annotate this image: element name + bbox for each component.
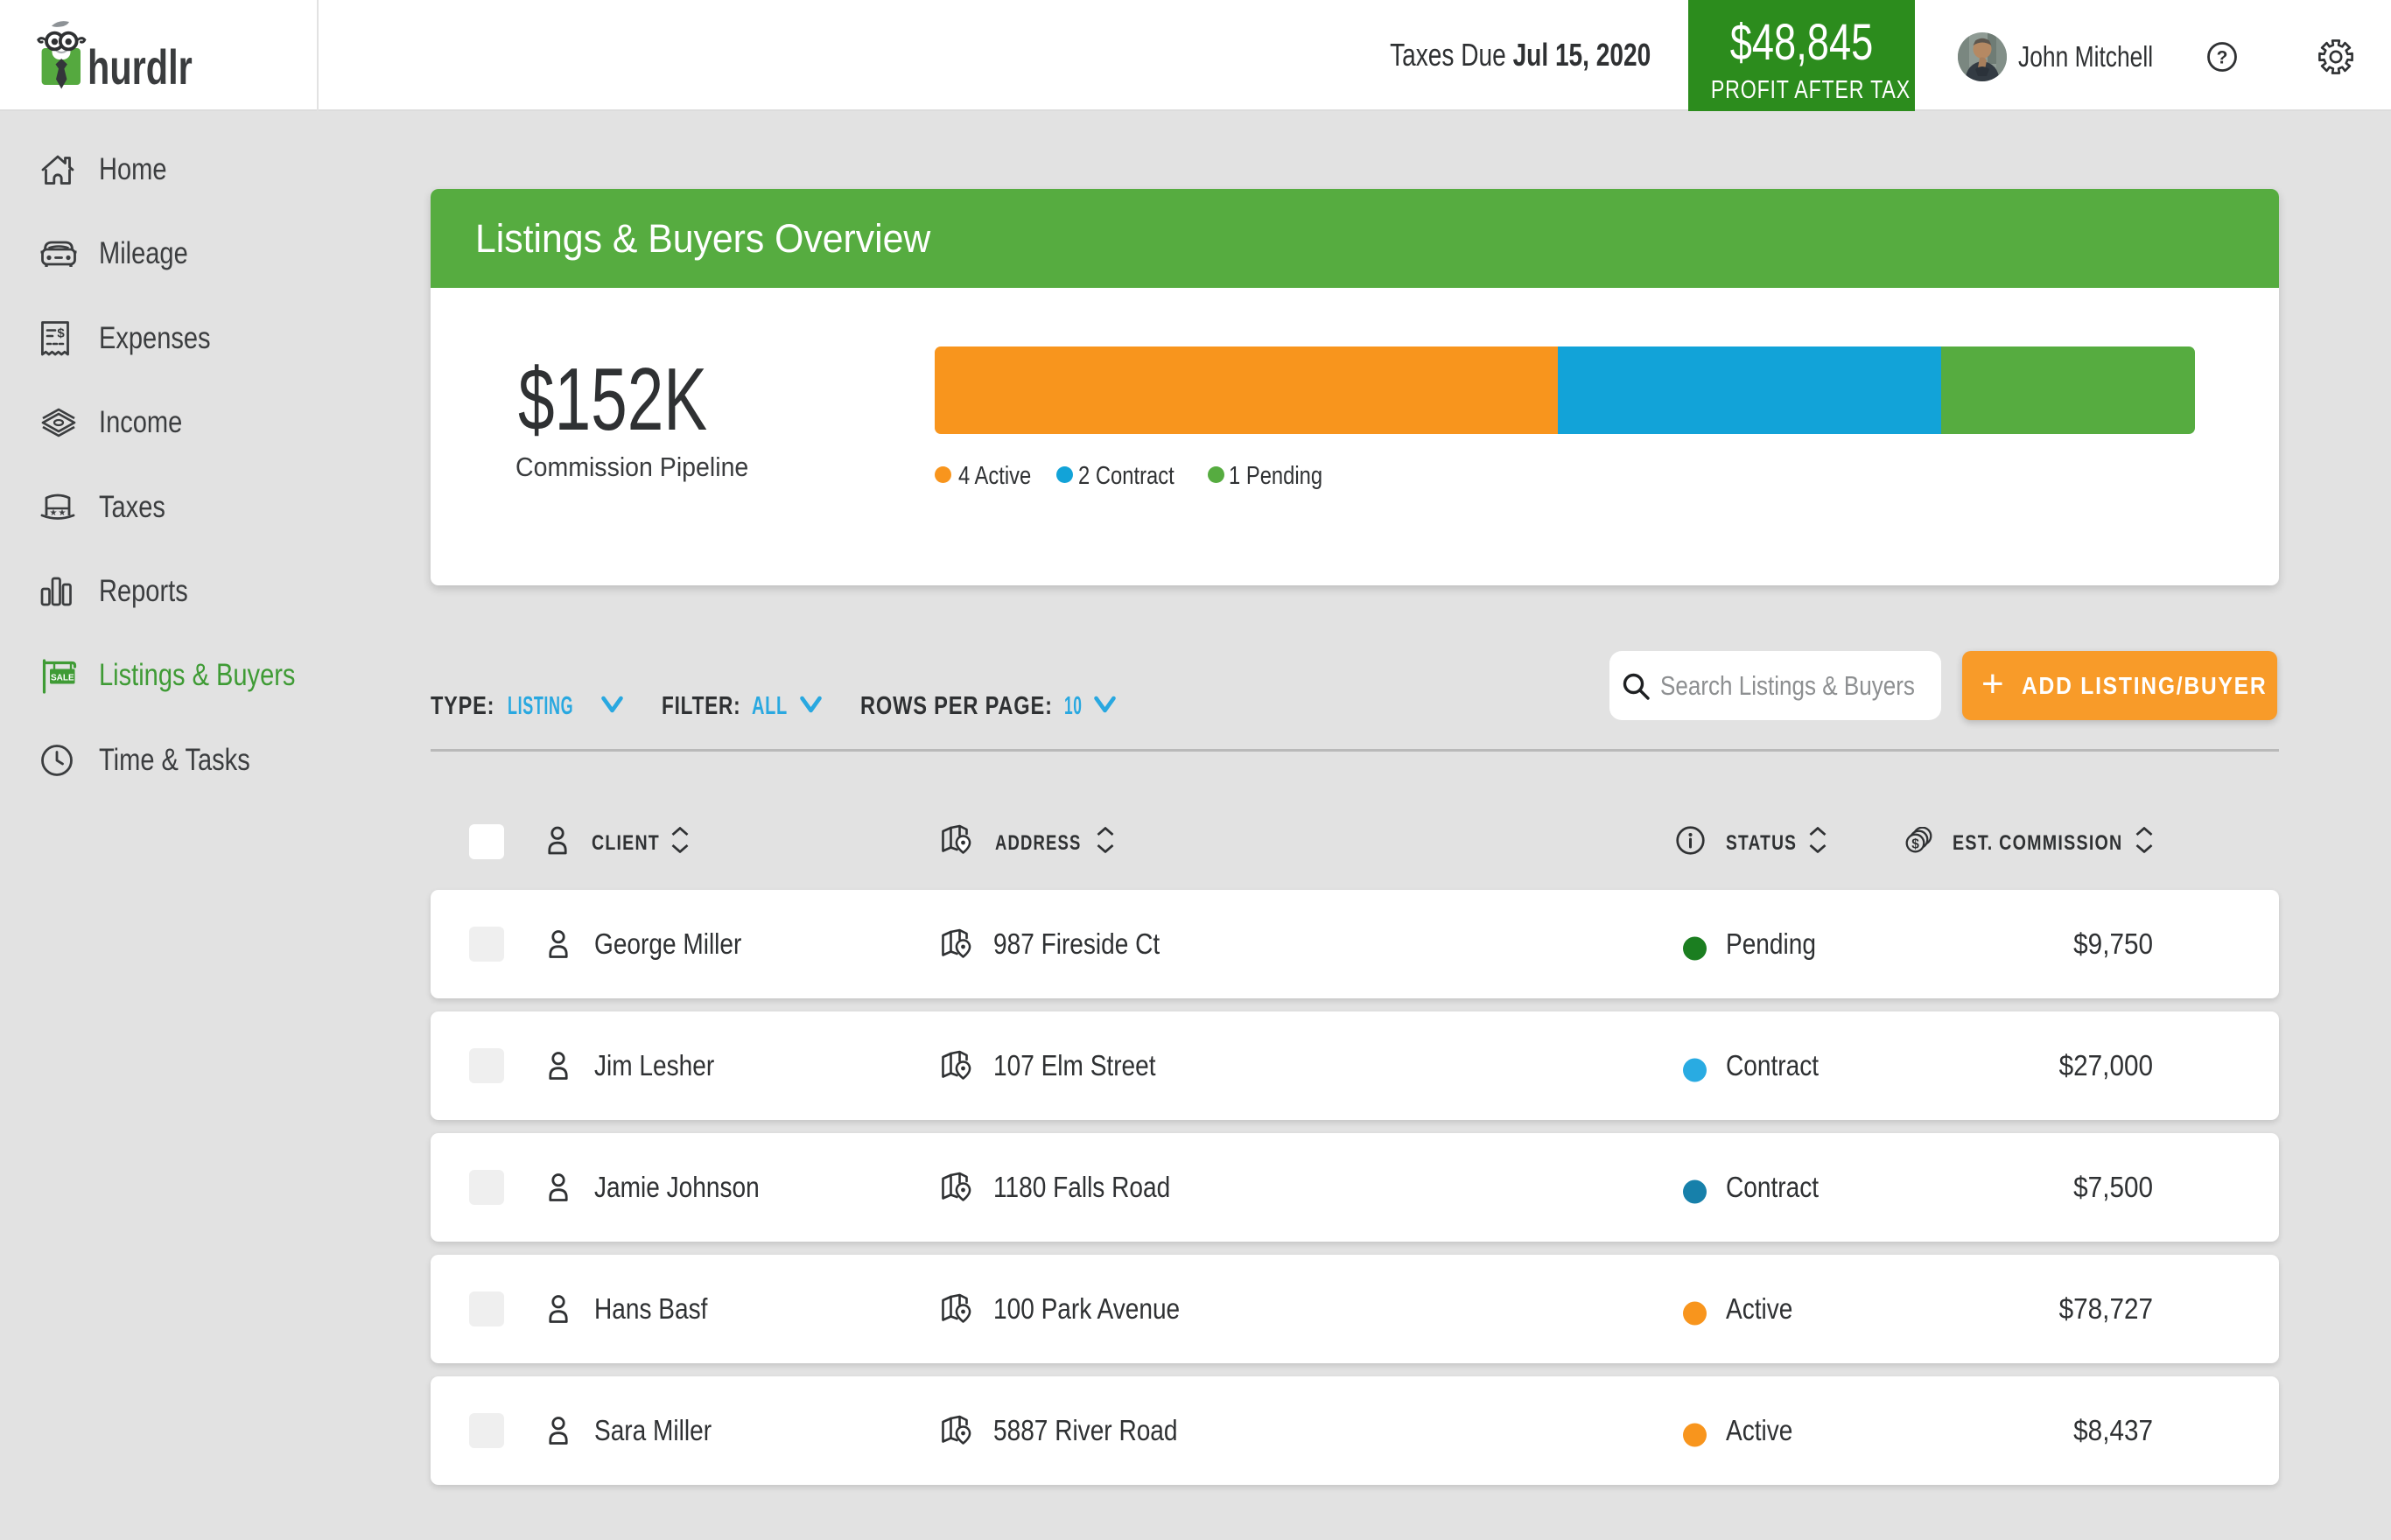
- svg-text:★: ★: [50, 508, 58, 518]
- svg-text:SALE: SALE: [51, 674, 74, 683]
- svg-text:$: $: [57, 326, 65, 341]
- svg-text:$: $: [1911, 837, 1919, 852]
- svg-text:?: ?: [2217, 48, 2228, 68]
- svg-text:★: ★: [59, 508, 67, 518]
